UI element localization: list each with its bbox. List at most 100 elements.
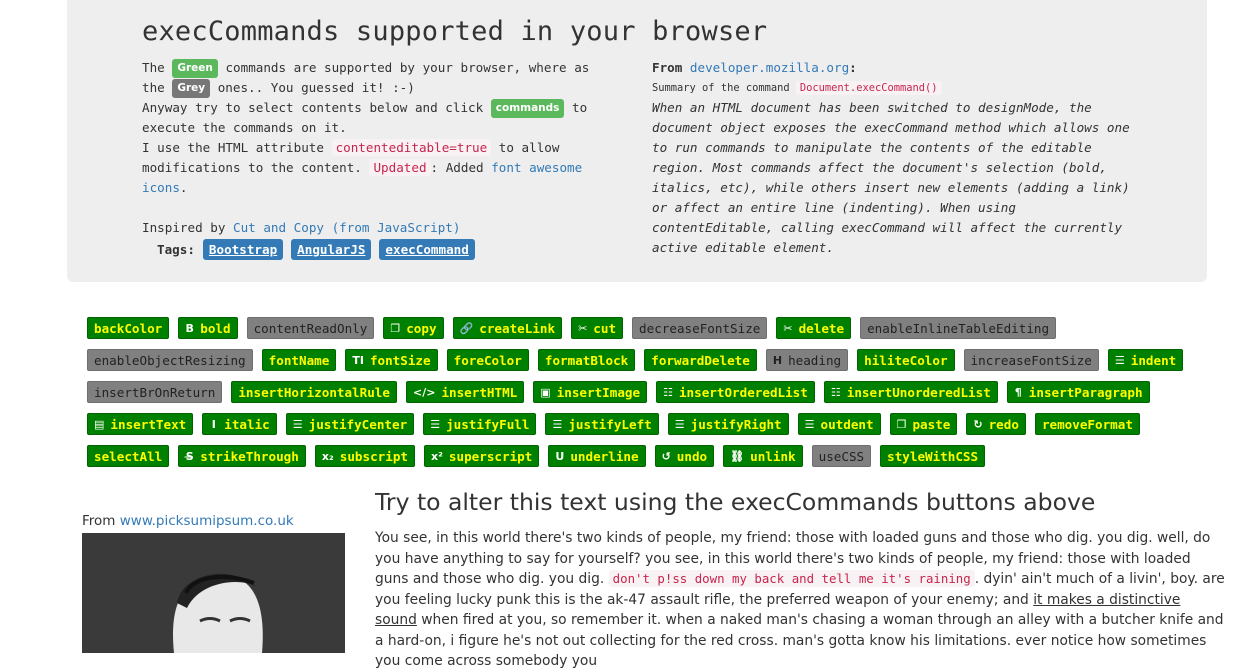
cmd-paste-button[interactable]: ❐ paste xyxy=(889,413,958,435)
cmd-italic-button[interactable]: Iitalic xyxy=(202,413,277,435)
cmd-label: forwardDelete xyxy=(651,352,750,368)
code-icon: </> xyxy=(412,385,436,399)
cmd-label: justifyFull xyxy=(446,416,530,432)
cmd-redo-button[interactable]: ↻ redo xyxy=(966,413,1026,435)
mdn-summary: From developer.mozilla.org: Summary of t… xyxy=(652,58,1132,258)
inspired-link[interactable]: Cut and Copy (from JavaScript) xyxy=(233,220,460,235)
unordered-list-icon: ☷ xyxy=(830,385,841,399)
updated-code: Updated xyxy=(369,159,431,176)
cmd-cut-button[interactable]: ✂ cut xyxy=(571,317,624,339)
cmd-copy-button[interactable]: ❐ copy xyxy=(383,317,444,339)
cmd-insert-unordered-list-button[interactable]: ☷ insertUnorderedList xyxy=(823,381,998,403)
mdn-link[interactable]: developer.mozilla.org xyxy=(690,60,849,75)
cmd-label: cut xyxy=(593,320,617,336)
cmd-enable-object-resizing-button[interactable]: enableObjectResizing xyxy=(87,349,253,371)
tags-label: Tags: xyxy=(157,242,195,257)
cmd-font-size-button[interactable]: TI fontSize xyxy=(345,349,438,371)
editor-code: don't p!ss down my back and tell me it's… xyxy=(608,570,975,587)
align-center-icon: ☰ xyxy=(292,417,303,431)
cmd-label: foreColor xyxy=(453,352,522,368)
cmd-delete-button[interactable]: ✂ delete xyxy=(776,317,852,339)
cmd-insert-ordered-list-button[interactable]: ☷ insertOrderedList xyxy=(656,381,815,403)
cmd-insert-image-button[interactable]: ▣ insertImage xyxy=(533,381,648,403)
cmd-style-with-c-s-s-button[interactable]: styleWithCSS xyxy=(880,445,986,467)
cmd-superscript-button[interactable]: x² superscript xyxy=(424,445,540,467)
cmd-label: outdent xyxy=(820,416,874,432)
cmd-label: insertParagraph xyxy=(1028,384,1143,400)
indent-icon: ☰ xyxy=(1114,353,1125,367)
cmd-underline-button[interactable]: Uunderline xyxy=(548,445,646,467)
cmd-justify-right-button[interactable]: ☰ justifyRight xyxy=(667,413,789,435)
cmd-remove-format-button[interactable]: removeFormat xyxy=(1034,413,1140,435)
editor-title: Try to alter this text using the execCom… xyxy=(375,488,1096,516)
tag-angularjs[interactable]: AngularJS xyxy=(291,239,372,260)
subscript-icon: x₂ xyxy=(321,449,334,463)
undo-icon: ↺ xyxy=(661,449,671,463)
cmd-select-all-button[interactable]: selectAll xyxy=(87,445,170,467)
cmd-increase-font-size-button[interactable]: increaseFontSize xyxy=(963,349,1099,371)
tag-execcommand[interactable]: execCommand xyxy=(379,239,475,260)
cmd-insert-horizontal-rule-button[interactable]: insertHorizontalRule xyxy=(231,381,397,403)
cmd-label: delete xyxy=(798,320,845,336)
cmd-outdent-button[interactable]: ☰ outdent xyxy=(797,413,881,435)
cmd-label: superscript xyxy=(448,448,533,464)
intro-text: The Green commands are supported by your… xyxy=(142,59,590,235)
cmd-label: justifyLeft xyxy=(568,416,652,432)
cmd-label: underline xyxy=(570,448,639,464)
cmd-label: selectAll xyxy=(94,448,163,464)
cmd-justify-full-button[interactable]: ☰ justifyFull xyxy=(423,413,537,435)
cmd-label: copy xyxy=(406,320,437,336)
tags-row: Tags: Bootstrap AngularJS execCommand xyxy=(157,239,475,260)
cmd-unlink-button[interactable]: ⛓ unlink xyxy=(723,445,803,467)
portrait-illustration xyxy=(82,533,345,653)
cmd-heading-button[interactable]: Hheading xyxy=(765,349,849,371)
cmd-label: bold xyxy=(200,320,231,336)
cmd-subscript-button[interactable]: x₂ subscript xyxy=(314,445,415,467)
cmd-decrease-font-size-button[interactable]: decreaseFontSize xyxy=(632,317,768,339)
unlink-icon: ⛓ xyxy=(730,449,745,463)
cmd-insert-text-button[interactable]: ▤ insertText xyxy=(87,413,194,435)
cmd-undo-button[interactable]: ↺ undo xyxy=(654,445,715,467)
cmd-label: enableObjectResizing xyxy=(94,352,246,368)
cmd-label: fontName xyxy=(268,352,330,368)
portrait-image xyxy=(82,533,345,653)
cmd-format-block-button[interactable]: formatBlock xyxy=(537,349,636,371)
header-icon: H xyxy=(772,353,783,367)
tag-bootstrap[interactable]: Bootstrap xyxy=(202,239,284,260)
photo-credit-link[interactable]: www.picksumipsum.co.uk xyxy=(120,513,294,529)
cmd-content-read-only-button[interactable]: contentReadOnly xyxy=(246,317,375,339)
image-icon: ▣ xyxy=(540,385,551,399)
cmd-label: insertHTML xyxy=(441,384,518,400)
cmd-label: insertBrOnReturn xyxy=(94,384,216,400)
cmd-label: heading xyxy=(788,352,842,368)
cmd-label: useCSS xyxy=(818,448,865,464)
cmd-label: italic xyxy=(224,416,270,432)
cmd-use-c-s-s-button[interactable]: useCSS xyxy=(811,445,872,467)
cmd-justify-left-button[interactable]: ☰ justifyLeft xyxy=(545,413,659,435)
cmd-enable-inline-table-editing-button[interactable]: enableInlineTableEditing xyxy=(860,317,1057,339)
cmd-back-color-button[interactable]: backColor xyxy=(87,317,170,339)
cmd-justify-center-button[interactable]: ☰ justifyCenter xyxy=(285,413,415,435)
align-justify-icon: ☰ xyxy=(430,417,441,431)
outdent-icon: ☰ xyxy=(804,417,815,431)
cmd-label: backColor xyxy=(94,320,163,336)
page-title: execCommands supported in your browser xyxy=(142,16,768,47)
cmd-forward-delete-button[interactable]: forwardDelete xyxy=(644,349,757,371)
cmd-insert-paragraph-button[interactable]: ¶ insertParagraph xyxy=(1006,381,1150,403)
editable-text[interactable]: You see, in this world there's two kinds… xyxy=(375,528,1225,672)
cmd-hilite-color-button[interactable]: hiliteColor xyxy=(857,349,955,371)
cmd-label: insertImage xyxy=(556,384,641,400)
cmd-font-name-button[interactable]: fontName xyxy=(261,349,337,371)
cmd-label: insertUnorderedList xyxy=(846,384,991,400)
cmd-insert-h-t-m-l-button[interactable]: </> insertHTML xyxy=(405,381,525,403)
cmd-fore-color-button[interactable]: foreColor xyxy=(446,349,529,371)
ordered-list-icon: ☷ xyxy=(663,385,673,399)
cmd-indent-button[interactable]: ☰ indent xyxy=(1107,349,1184,371)
cmd-bold-button[interactable]: Bbold xyxy=(178,317,238,339)
cmd-insert-br-on-return-button[interactable]: insertBrOnReturn xyxy=(87,381,223,403)
cmd-create-link-button[interactable]: 🔗 createLink xyxy=(452,317,563,339)
cmd-label: paste xyxy=(912,416,951,432)
cmd-strike-through-button[interactable]: S̶ strikeThrough xyxy=(178,445,306,467)
cmd-label: insertText xyxy=(110,416,187,432)
cmd-label: increaseFontSize xyxy=(970,352,1092,368)
